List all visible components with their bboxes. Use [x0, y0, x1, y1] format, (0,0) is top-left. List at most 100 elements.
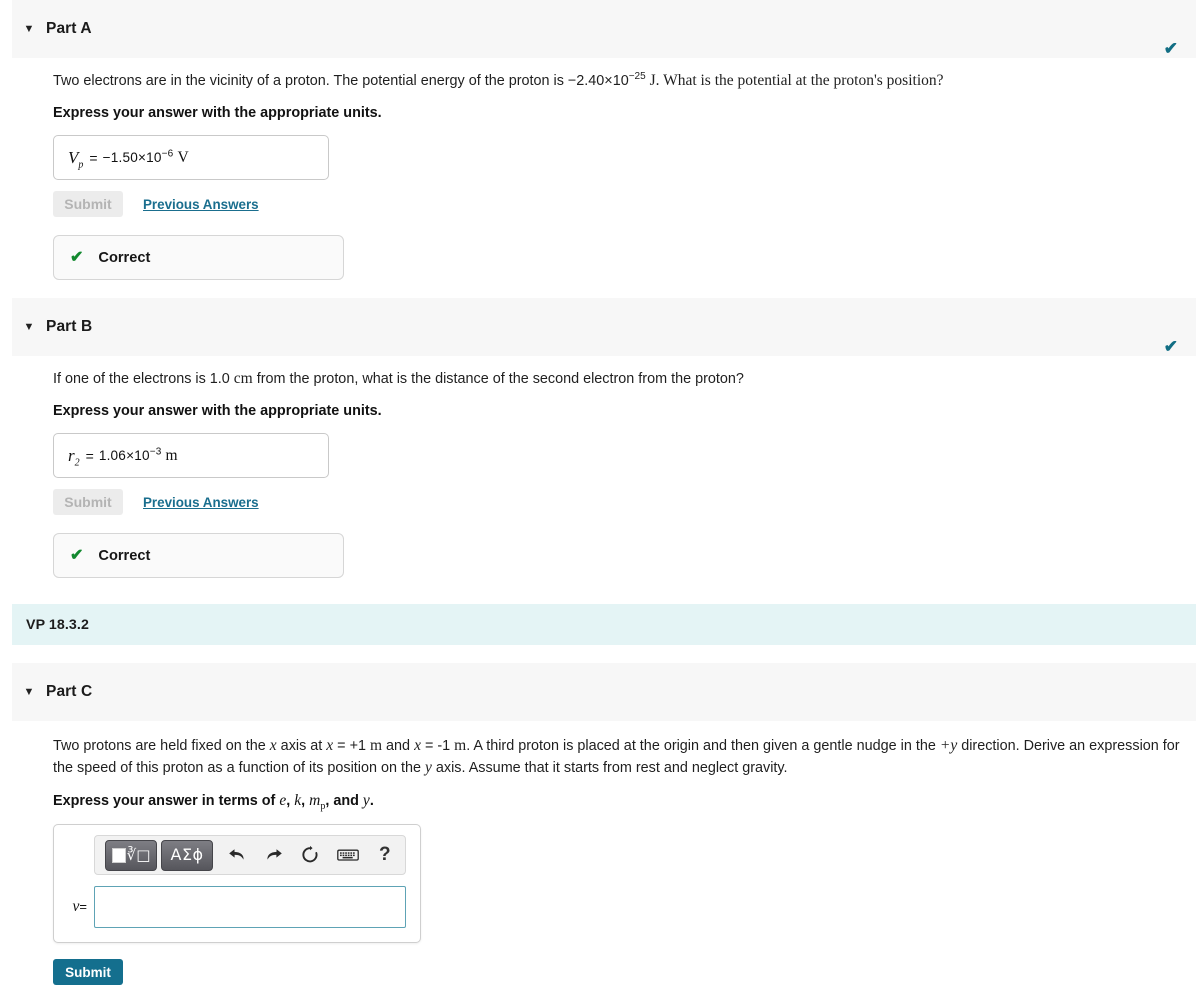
pc-instr-a: Express your answer in terms of: [53, 793, 280, 809]
reset-icon[interactable]: [300, 844, 320, 866]
part-a-answer-box[interactable]: Vp = −1.50×10−6 V: [53, 135, 329, 180]
part-b-question-post: from the proton, what is the distance of…: [252, 371, 744, 387]
part-b-body: If one of the electrons is 1.0 cm from t…: [0, 368, 1200, 578]
part-c-body: Two protons are held fixed on the x axis…: [0, 735, 1200, 985]
part-c-question: Two protons are held fixed on the x axis…: [53, 735, 1182, 779]
part-a-submit-row: Submit Previous Answers: [53, 191, 1182, 217]
part-a-previous-answers-link[interactable]: Previous Answers: [143, 197, 259, 212]
part-b-question-pre: If one of the electrons is 1.0: [53, 371, 234, 387]
nth-root-icon: ∛□: [126, 845, 151, 864]
pc-q1a: Two protons are held fixed on the: [53, 738, 270, 754]
part-b-answer-variable-letter: r: [68, 445, 75, 465]
part-c-input-variable: v=: [64, 898, 94, 916]
chevron-down-icon[interactable]: ▼: [12, 321, 46, 333]
pc-instr-y: y: [362, 792, 370, 809]
part-a-question-post: J. What is the potential at the proton's…: [645, 72, 944, 89]
pc-q1e: = -1: [420, 738, 455, 754]
part-b-status-banner: ✔ Correct: [53, 533, 344, 578]
part-c-input-equals: =: [79, 899, 87, 914]
part-a-status-banner: ✔ Correct: [53, 235, 344, 280]
part-a-title: Part A: [46, 20, 92, 37]
pc-instr-c2: ,: [301, 793, 310, 809]
part-c-input-variable-letter: v: [72, 898, 80, 915]
part-a-answer-variable: Vp: [68, 147, 84, 170]
pc-q1m1: m: [369, 737, 383, 754]
pc-q1m2: m: [454, 737, 467, 754]
part-b-submit-button[interactable]: Submit: [53, 489, 123, 515]
math-toolbar: ∛□ ΑΣϕ ?: [94, 835, 406, 875]
part-b-answer-unit: m: [165, 446, 178, 464]
pc-q1b: axis at: [276, 738, 327, 754]
keyboard-icon[interactable]: [336, 844, 359, 866]
part-a-instruction: Express your answer with the appropriate…: [53, 105, 382, 121]
part-a-submit-button[interactable]: Submit: [53, 191, 123, 217]
part-b-instruction: Express your answer with the appropriate…: [53, 403, 382, 419]
part-b-question: If one of the electrons is 1.0 cm from t…: [53, 368, 1182, 390]
part-b-answer-variable-subscript: 2: [74, 456, 80, 468]
part-a-spacer: [0, 280, 1200, 298]
check-icon: ✔: [70, 248, 84, 266]
part-b-answer-equals: =: [85, 447, 94, 464]
part-c-input-line: v=: [64, 886, 410, 928]
pc-q2y: y: [425, 759, 432, 776]
part-b-status-label: Correct: [98, 547, 151, 564]
part-a-answer-variable-subscript: p: [78, 158, 84, 170]
math-template-icon[interactable]: ∛□: [105, 839, 158, 871]
greek-symbols-icon[interactable]: ΑΣϕ: [161, 839, 214, 871]
part-b-answer-variable: r2: [68, 445, 80, 468]
part-a-answer-mantissa: −1.50×10: [102, 150, 162, 165]
pc-instr-and: , and: [325, 793, 363, 809]
check-icon: ✔: [1163, 39, 1178, 58]
redo-icon[interactable]: [264, 844, 284, 866]
chevron-down-icon[interactable]: ▼: [12, 686, 46, 698]
pc-instr-m: mp: [309, 792, 325, 812]
pc-q2a: this proton as a function of its positio…: [136, 760, 426, 776]
assignment-page: ▼ Part A ✔ Two electrons are in the vici…: [0, 0, 1200, 985]
vp-section-banner: VP 18.3.2: [12, 604, 1196, 645]
part-c-answer-input[interactable]: [94, 886, 406, 928]
pc-q2b: axis. Assume that it starts from rest an…: [431, 760, 788, 776]
part-b-question-unit: cm: [233, 370, 253, 387]
chevron-down-icon[interactable]: ▼: [12, 23, 46, 35]
part-b-answer-box[interactable]: r2 = 1.06×10−3 m: [53, 433, 329, 478]
help-icon[interactable]: ?: [375, 844, 395, 866]
part-a-question-pre: Two electrons are in the vicinity of a p…: [53, 73, 629, 89]
part-a-question: Two electrons are in the vicinity of a p…: [53, 70, 1182, 92]
part-a-answer-equals: =: [89, 149, 98, 166]
part-b-answer-value: 1.06×10−3: [98, 446, 162, 463]
part-c-instruction: Express your answer in terms of e, k, mp…: [53, 792, 1182, 812]
part-b-answer-mantissa: 1.06×10: [98, 448, 150, 463]
part-b-header[interactable]: ▼ Part B: [12, 298, 1196, 356]
vp-spacer: [0, 645, 1200, 663]
pc-q1x3: x: [414, 737, 421, 754]
part-b-answer-exponent: −3: [149, 446, 162, 458]
undo-icon[interactable]: [227, 844, 247, 866]
pc-instr-period: .: [369, 793, 374, 809]
part-b-spacer: [0, 578, 1200, 604]
part-c-header[interactable]: ▼ Part C: [12, 663, 1196, 721]
part-a-answer-unit: V: [177, 148, 189, 166]
part-c-math-widget: ∛□ ΑΣϕ ? v=: [53, 824, 421, 943]
part-a-status-label: Correct: [98, 249, 151, 266]
part-a-answer-value: −1.50×10−6: [102, 149, 174, 165]
part-a-answer-variable-letter: V: [68, 147, 79, 167]
pc-q1c: = +1: [333, 738, 370, 754]
pc-q1f: . A third proton is placed at the origin…: [466, 738, 940, 754]
pc-q1x1: x: [269, 737, 277, 754]
part-a-question-exponent: −25: [628, 71, 646, 83]
part-b-submit-row: Submit Previous Answers: [53, 489, 1182, 515]
part-a-body: Two electrons are in the vicinity of a p…: [0, 70, 1200, 280]
part-b-previous-answers-link[interactable]: Previous Answers: [143, 495, 259, 510]
part-a-header[interactable]: ▼ Part A: [12, 0, 1196, 58]
vp-section-label: VP 18.3.2: [26, 616, 89, 633]
pc-q1d: and: [382, 738, 415, 754]
check-icon: ✔: [1163, 337, 1178, 356]
pc-q1plusy: +y: [939, 737, 958, 754]
greek-symbols-label: ΑΣϕ: [170, 845, 204, 864]
math-template-glyph: ∛□: [111, 845, 151, 864]
part-c-title: Part C: [46, 683, 93, 700]
pc-instr-m-letter: m: [309, 792, 321, 809]
part-c-submit-button[interactable]: Submit: [53, 959, 123, 985]
template-box-left-icon: [111, 847, 126, 863]
check-icon: ✔: [70, 546, 84, 564]
